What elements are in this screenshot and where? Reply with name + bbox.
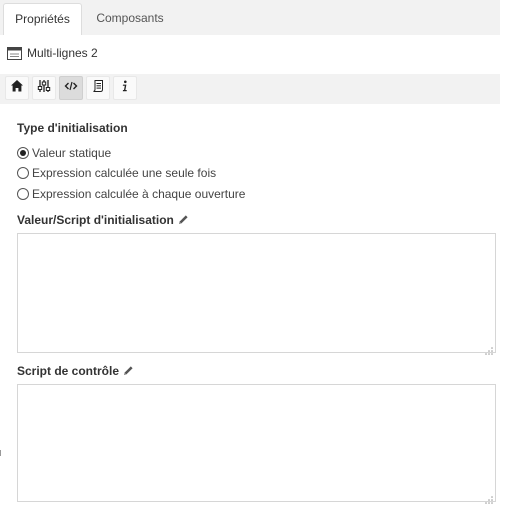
radio-button[interactable] [17,147,29,159]
tab-bar: Propriétés Composants [0,0,500,35]
sliders-icon [37,79,51,98]
code-icon [64,79,78,98]
value-script-textarea[interactable] [17,233,496,355]
radio-label: Expression calculée à chaque ouverture [32,187,246,201]
info-icon [118,79,132,98]
pencil-icon[interactable] [123,365,134,379]
window-icon [7,46,22,61]
control-script-textarea[interactable] [17,384,496,504]
info-button[interactable] [113,76,137,100]
tab-properties[interactable]: Propriétés [3,3,82,35]
scroll-marker [0,450,1,456]
radio-button[interactable] [17,188,29,200]
settings-button[interactable] [32,76,56,100]
component-header: Multi-lignes 2 [7,44,98,62]
radio-selected-dot [20,150,26,156]
pencil-icon[interactable] [178,214,189,228]
control-script-label: Script de contrôle [17,364,120,378]
value-script-label: Valeur/Script d'initialisation [17,213,174,227]
init-type-label: Type d'initialisation [17,121,128,135]
script-icon [91,79,105,98]
component-name: Multi-lignes 2 [27,46,98,60]
radio-label: Expression calculée une seule fois [32,166,217,180]
properties-panel: Propriétés Composants Multi-lignes 2 Typ… [0,0,500,506]
radio-button[interactable] [17,167,29,179]
resize-grip-icon[interactable] [485,491,493,504]
radio-static-value[interactable]: Valeur statique [17,145,111,161]
home-button[interactable] [5,76,29,100]
value-script-header: Valeur/Script d'initialisation [17,213,189,228]
control-script-header: Script de contrôle [17,364,134,379]
toolbar [0,74,500,104]
resize-grip-icon[interactable] [485,342,493,355]
code-button[interactable] [59,76,83,100]
home-icon [10,79,24,98]
script-button[interactable] [86,76,110,100]
radio-label: Valeur statique [32,146,112,160]
radio-expression-each-open[interactable]: Expression calculée à chaque ouverture [17,186,245,202]
radio-expression-once[interactable]: Expression calculée une seule fois [17,165,216,181]
tab-components[interactable]: Composants [82,3,178,35]
